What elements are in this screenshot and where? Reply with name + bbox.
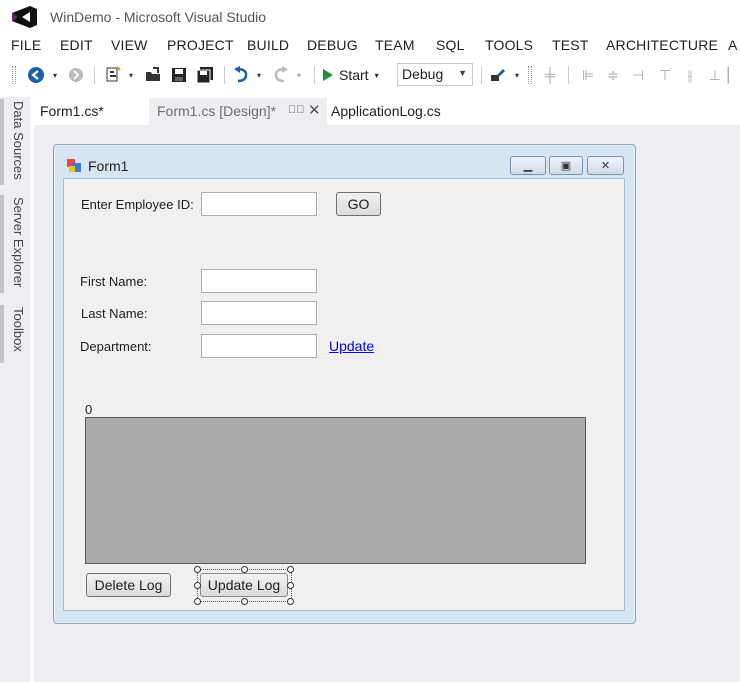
record-count-label: 0 (85, 402, 93, 417)
forward-icon[interactable] (66, 65, 86, 85)
employee-id-label: Enter Employee ID: (81, 197, 194, 212)
toolbar-grip[interactable] (12, 66, 16, 84)
toolbar-separator (94, 66, 95, 84)
visual-studio-logo-icon (12, 6, 37, 28)
minimize-icon: ▁ (523, 160, 533, 172)
tab-form1-designer[interactable]: Form1.cs [Design]* ⊣⃓ ✕ (149, 98, 327, 125)
log-data-grid[interactable] (85, 417, 586, 564)
attach-icon[interactable] (487, 65, 509, 85)
redo-icon[interactable] (270, 65, 292, 85)
align-middle-icon[interactable]: ⫲ (680, 65, 700, 85)
last-name-label: Last Name: (81, 306, 148, 321)
window-title: WinDemo - Microsoft Visual Studio (50, 9, 267, 25)
form-title: Form1 (88, 158, 129, 174)
go-button[interactable]: GO (336, 192, 381, 216)
undo-dropdown-icon[interactable]: ▾ (254, 65, 264, 85)
menu-overflow[interactable]: A (728, 37, 738, 53)
resize-handle[interactable] (194, 566, 201, 573)
save-icon[interactable] (168, 65, 190, 85)
resize-handle[interactable] (287, 582, 294, 589)
redo-dropdown-icon[interactable]: ▾ (294, 65, 304, 85)
tab-label: Form1.cs* (40, 103, 104, 119)
align-top-icon[interactable]: ⊤ (655, 65, 675, 85)
menu-test[interactable]: TEST (552, 37, 589, 53)
back-dropdown-icon[interactable]: ▾ (50, 65, 60, 85)
save-all-icon[interactable] (194, 65, 216, 85)
delete-log-button[interactable]: Delete Log (86, 573, 171, 597)
align-bottom-icon[interactable]: ⊥ (705, 65, 725, 85)
chevron-down-icon: ▼ (458, 68, 467, 78)
pin-icon[interactable]: ⊣⃓ (288, 104, 305, 116)
new-dropdown-icon[interactable]: ▾ (126, 65, 136, 85)
resize-handle[interactable] (194, 582, 201, 589)
last-name-input[interactable] (201, 301, 317, 325)
resize-handle[interactable] (241, 598, 248, 605)
menu-project[interactable]: PROJECT (167, 37, 234, 53)
minimize-button[interactable]: ▁ (510, 156, 546, 175)
undo-icon[interactable] (230, 65, 252, 85)
start-icon (323, 69, 333, 81)
toolbar-separator (314, 66, 315, 84)
tab-label: ApplicationLog.cs (331, 103, 441, 119)
menu-build[interactable]: BUILD (247, 37, 289, 53)
menu-view[interactable]: VIEW (111, 37, 148, 53)
menu-file[interactable]: FILE (11, 37, 41, 53)
toolbox-tab[interactable]: Toolbox (0, 305, 26, 363)
department-label: Department: (80, 339, 152, 354)
toolbar-overflow-icon[interactable]: ▏ (728, 65, 739, 85)
configuration-value: Debug (402, 66, 444, 82)
resize-handle[interactable] (241, 566, 248, 573)
toolbar-separator (224, 66, 225, 84)
close-form-button[interactable]: ✕ (587, 156, 624, 175)
start-debugging-button[interactable]: Start ▾ (323, 65, 379, 85)
department-input[interactable] (201, 334, 317, 358)
employee-id-input[interactable] (201, 192, 317, 216)
menu-team[interactable]: TEAM (375, 37, 415, 53)
start-label: Start (339, 67, 369, 83)
align-center-icon[interactable]: ≑ (603, 65, 623, 85)
resize-handle[interactable] (287, 566, 294, 573)
align-left-icon[interactable]: ⊫ (578, 65, 598, 85)
menu-architecture[interactable]: ARCHITECTURE (606, 37, 718, 53)
start-dropdown-icon: ▾ (374, 70, 379, 80)
maximize-icon: ▣ (560, 160, 572, 172)
left-tool-rail: Data Sources Server Explorer Toolbox (0, 97, 30, 682)
menu-debug[interactable]: DEBUG (307, 37, 358, 53)
new-project-icon[interactable] (102, 65, 124, 85)
tab-label: Form1.cs [Design]* (157, 103, 277, 119)
server-explorer-tab[interactable]: Server Explorer (0, 195, 26, 293)
align-to-grid-icon[interactable]: ╪ (540, 65, 560, 85)
resize-handle[interactable] (287, 598, 294, 605)
close-icon[interactable]: ✕ (308, 101, 321, 119)
menu-edit[interactable]: EDIT (60, 37, 93, 53)
resize-handle[interactable] (194, 598, 201, 605)
back-icon[interactable] (26, 65, 46, 85)
close-icon: ✕ (600, 160, 611, 172)
attach-dropdown-icon[interactable]: ▾ (512, 65, 522, 85)
title-bar: WinDemo - Microsoft Visual Studio (0, 0, 740, 34)
maximize-button[interactable]: ▣ (549, 156, 583, 175)
document-tab-strip: Form1.cs* Form1.cs [Design]* ⊣⃓ ✕ Applic… (30, 98, 740, 125)
update-link[interactable]: Update (329, 338, 374, 354)
menu-tools[interactable]: TOOLS (485, 37, 533, 53)
first-name-label: First Name: (80, 274, 148, 289)
menu-bar: FILE EDIT VIEW PROJECT BUILD DEBUG TEAM … (0, 34, 740, 56)
tab-application-log[interactable]: ApplicationLog.cs (323, 98, 449, 125)
align-right-icon[interactable]: ⊣ (628, 65, 648, 85)
solution-configuration-select[interactable]: Debug ▼ (397, 63, 473, 86)
menu-sql[interactable]: SQL (436, 37, 465, 53)
open-file-icon[interactable] (142, 65, 164, 85)
tab-form1-code[interactable]: Form1.cs* (32, 98, 112, 125)
first-name-input[interactable] (201, 269, 317, 293)
form-icon (67, 159, 81, 172)
data-sources-tab[interactable]: Data Sources (0, 99, 26, 185)
